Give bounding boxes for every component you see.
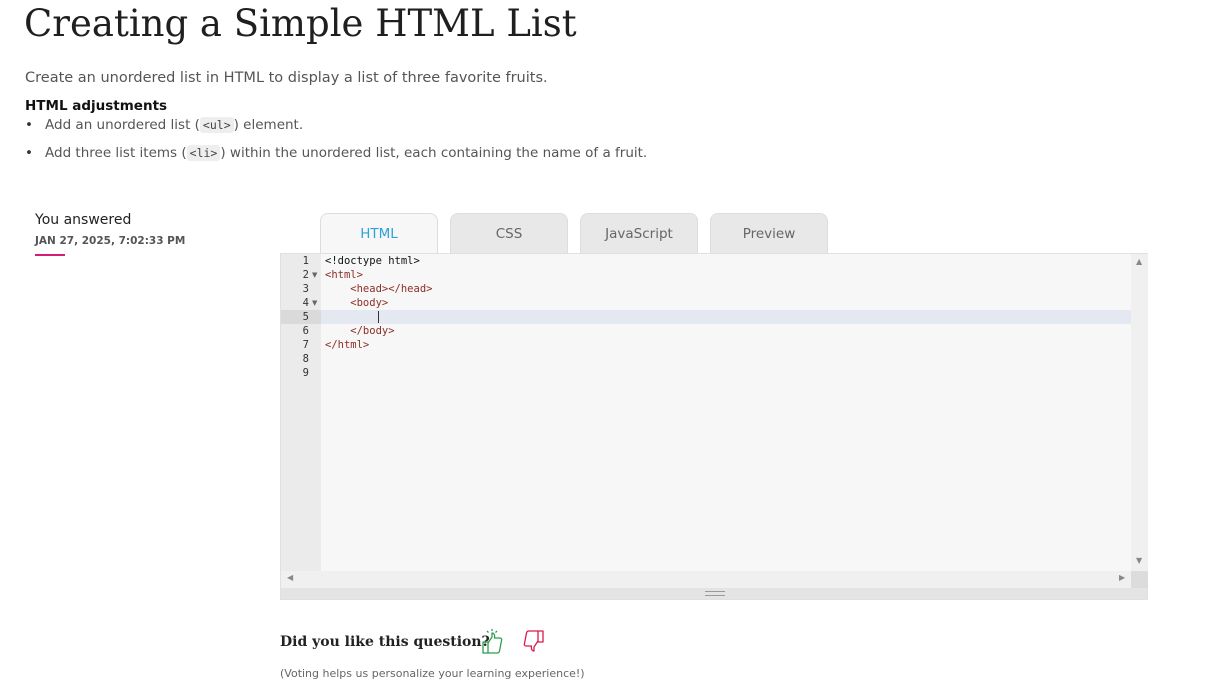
fold-arrow-icon[interactable]: ▼ <box>312 268 317 282</box>
bullet-icon: • <box>25 145 33 161</box>
bullet-icon: • <box>25 117 33 133</box>
fold-arrow-icon[interactable]: ▼ <box>312 296 317 310</box>
answered-underline <box>35 254 65 256</box>
scrollbar-corner <box>1131 571 1148 588</box>
code-line[interactable]: <html> <box>325 268 363 282</box>
scroll-left-icon[interactable]: ◀ <box>287 573 293 582</box>
tab-css[interactable]: CSS <box>450 213 568 253</box>
active-line-highlight <box>321 310 1131 324</box>
task-description: Create an unordered list in HTML to disp… <box>25 70 548 86</box>
adjustments-heading: HTML adjustments <box>25 98 168 114</box>
line-number: 1 <box>302 255 309 267</box>
code-line[interactable]: <body> <box>325 296 388 310</box>
line-number: 2 <box>302 269 309 281</box>
line-number: 8 <box>302 353 309 365</box>
voting-note: (Voting helps us personalize your learni… <box>280 667 585 680</box>
vertical-scrollbar[interactable]: ▲ ▼ <box>1131 254 1148 571</box>
scroll-right-icon[interactable]: ▶ <box>1119 573 1125 582</box>
code-line[interactable]: </html> <box>325 338 369 352</box>
page-title: Creating a Simple HTML List <box>24 2 577 45</box>
tab-html[interactable]: HTML <box>320 213 438 254</box>
inline-code: <ul> <box>199 117 234 133</box>
line-number: 6 <box>302 325 309 337</box>
line-number: 7 <box>302 339 309 351</box>
horizontal-scrollbar[interactable]: ◀ ▶ <box>281 571 1131 588</box>
tab-preview[interactable]: Preview <box>710 213 828 253</box>
code-editor[interactable]: 1 2 ▼ 3 4 ▼ 5 6 7 8 9 <!doctype html> <h… <box>280 253 1148 600</box>
adjustment-item: • Add three list items (<li>) within the … <box>25 145 648 161</box>
line-number: 9 <box>302 367 309 379</box>
text-cursor <box>378 311 379 323</box>
line-number: 5 <box>302 311 309 323</box>
thumbs-down-button[interactable] <box>520 628 546 656</box>
code-line[interactable]: </body> <box>325 324 394 338</box>
editor-resize-handle[interactable] <box>281 588 1147 599</box>
line-number: 3 <box>302 283 309 295</box>
feedback-question: Did you like this question? <box>280 634 490 650</box>
thumbs-up-icon <box>482 629 503 654</box>
line-number: 4 <box>302 297 309 309</box>
resize-grip-icon[interactable] <box>705 591 725 596</box>
scroll-down-icon[interactable]: ▼ <box>1136 556 1142 565</box>
answered-label: You answered <box>35 212 132 228</box>
tab-javascript[interactable]: JavaScript <box>580 213 698 253</box>
code-line[interactable]: <head></head> <box>325 282 432 296</box>
line-number-gutter: 1 2 ▼ 3 4 ▼ 5 6 7 8 9 <box>281 254 321 571</box>
adjustment-item: • Add an unordered list (<ul>) element. <box>25 117 304 133</box>
answered-date: JAN 27, 2025, 7:02:33 PM <box>35 235 186 247</box>
thumbs-down-icon <box>523 630 544 652</box>
thumbs-up-button[interactable] <box>480 628 506 656</box>
code-line[interactable]: <!doctype html> <box>325 254 420 268</box>
adjustments-list: • Add an unordered list (<ul>) element. •… <box>25 116 647 172</box>
inline-code: <li> <box>186 145 221 161</box>
scroll-up-icon[interactable]: ▲ <box>1136 257 1142 266</box>
